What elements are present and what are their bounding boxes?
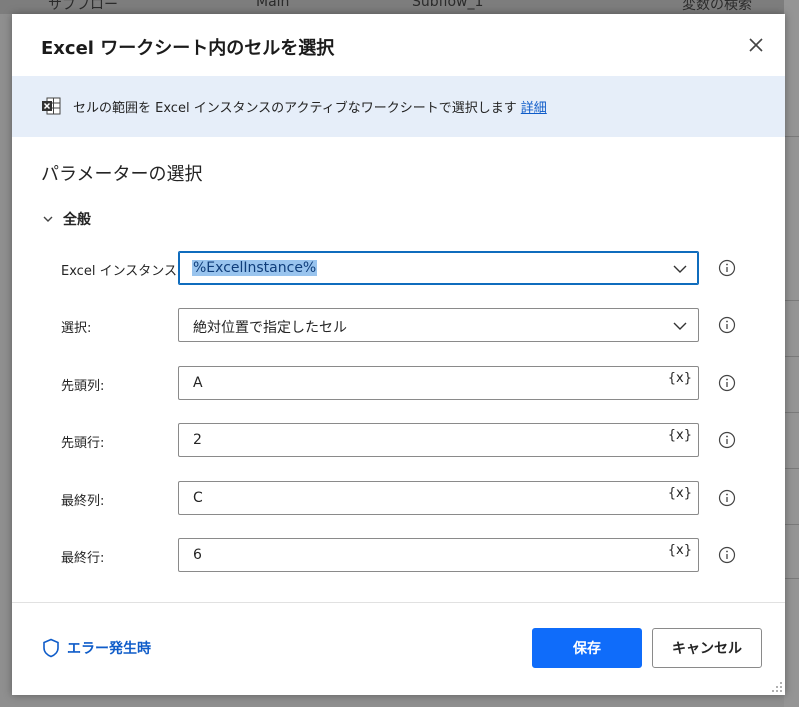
on-error-button[interactable]: エラー発生時: [41, 637, 151, 659]
footer-divider: [12, 602, 785, 603]
banner-description: セルの範囲を Excel インスタンスのアクティブなワークシートで選択します: [73, 101, 517, 116]
field-label: 先頭行:: [61, 436, 105, 451]
field-value: 絶対位置で指定したセル: [193, 320, 347, 336]
close-icon: [749, 38, 763, 52]
chevron-down-icon: [673, 322, 687, 330]
field-value: 2: [193, 432, 202, 448]
field-value: A: [193, 375, 203, 391]
dialog-title: Excel ワークシート内のセルを選択: [41, 38, 335, 59]
on-error-label: エラー発生時: [67, 641, 151, 657]
resize-grip-icon[interactable]: [771, 681, 783, 693]
field-row-start-column: 先頭列: A {x}: [12, 366, 785, 400]
field-row-end-column: 最終列: C {x}: [12, 481, 785, 515]
info-icon[interactable]: [718, 546, 736, 564]
shield-icon: [43, 638, 59, 658]
field-row-excel-instance: Excel インスタンス: %ExcelInstance%: [12, 251, 785, 285]
end-column-input[interactable]: C {x}: [178, 481, 699, 515]
info-icon[interactable]: [718, 259, 736, 277]
excel-instance-dropdown[interactable]: %ExcelInstance%: [178, 251, 699, 285]
field-row-start-row: 先頭行: 2 {x}: [12, 423, 785, 457]
general-group-toggle[interactable]: 全般: [41, 208, 91, 230]
field-label: 最終行:: [61, 551, 105, 566]
cancel-button[interactable]: キャンセル: [652, 628, 762, 668]
chevron-down-icon: [43, 216, 53, 222]
background-right-panel: [784, 0, 799, 707]
field-label: 最終列:: [61, 494, 105, 509]
insert-variable-button[interactable]: {x}: [668, 428, 692, 443]
field-label: 選択:: [61, 321, 92, 336]
excel-icon: [42, 97, 61, 115]
field-value: 6: [193, 547, 202, 563]
background-subflows-label: サブフロー: [48, 0, 118, 13]
save-button[interactable]: 保存: [532, 628, 642, 668]
info-banner: セルの範囲を Excel インスタンスのアクティブなワークシートで選択します 詳細: [12, 76, 785, 137]
info-icon[interactable]: [718, 374, 736, 392]
parameters-heading: パラメーターの選択: [41, 164, 203, 185]
field-value: C: [193, 490, 203, 506]
learn-more-link[interactable]: 詳細: [521, 101, 547, 116]
end-row-input[interactable]: 6 {x}: [178, 538, 699, 572]
field-row-end-row: 最終行: 6 {x}: [12, 538, 785, 572]
background-tab-main: Main: [256, 0, 290, 10]
field-label: Excel インスタンス:: [61, 264, 182, 279]
general-group-label: 全般: [63, 212, 91, 228]
select-mode-dropdown[interactable]: 絶対位置で指定したセル: [178, 308, 699, 342]
info-icon[interactable]: [718, 316, 736, 334]
field-label: 先頭列:: [61, 379, 105, 394]
insert-variable-button[interactable]: {x}: [668, 486, 692, 501]
background-variables-search: 変数の検索: [682, 0, 752, 13]
field-row-select: 選択: 絶対位置で指定したセル: [12, 308, 785, 342]
select-cells-dialog: Excel ワークシート内のセルを選択 セルの範囲を Excel インスタンスの…: [12, 14, 785, 695]
background-topbar: サブフロー Main Subflow_1 変数の検索: [0, 0, 799, 14]
start-row-input[interactable]: 2 {x}: [178, 423, 699, 457]
field-value: %ExcelInstance%: [192, 260, 318, 276]
insert-variable-button[interactable]: {x}: [668, 371, 692, 386]
close-button[interactable]: [745, 34, 767, 56]
chevron-down-icon: [673, 265, 687, 273]
background-tab-subflow: Subflow_1: [412, 0, 484, 10]
start-column-input[interactable]: A {x}: [178, 366, 699, 400]
info-icon[interactable]: [718, 489, 736, 507]
banner-text: セルの範囲を Excel インスタンスのアクティブなワークシートで選択します 詳細: [73, 97, 547, 116]
info-icon[interactable]: [718, 431, 736, 449]
insert-variable-button[interactable]: {x}: [668, 543, 692, 558]
dialog-header: Excel ワークシート内のセルを選択: [12, 14, 785, 76]
